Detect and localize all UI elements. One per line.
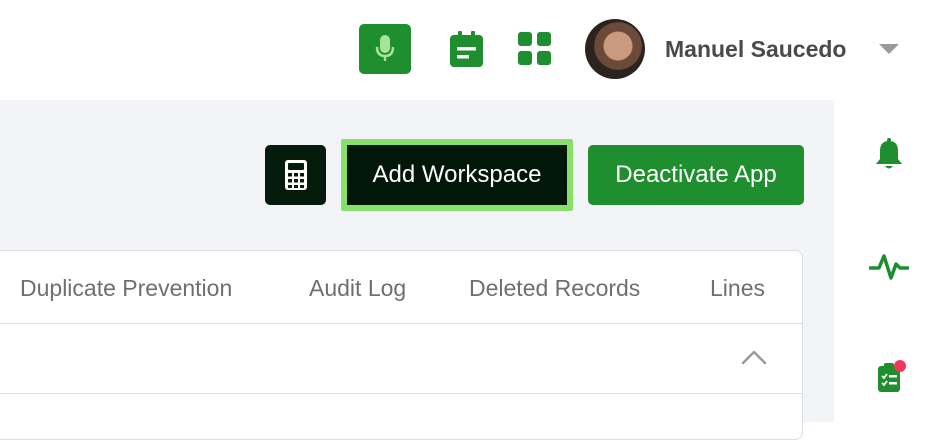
deactivate-app-button[interactable]: Deactivate App [588, 145, 804, 205]
add-workspace-label: Add Workspace [347, 145, 567, 205]
clipboard-checklist-icon[interactable] [876, 360, 910, 392]
tab-audit-log[interactable]: Audit Log [309, 275, 406, 302]
notification-dot [894, 360, 906, 372]
tab-deleted-records[interactable]: Deleted Records [469, 275, 640, 302]
chevron-down-icon[interactable] [879, 44, 899, 54]
collapsible-section-header[interactable] [0, 324, 802, 394]
right-sidebar [834, 100, 944, 422]
main-content: Add Workspace Deactivate App Duplicate P… [0, 100, 834, 440]
tab-duplicate-prevention[interactable]: Duplicate Prevention [20, 275, 232, 302]
user-name[interactable]: Manuel Saucedo [665, 36, 846, 63]
avatar[interactable] [585, 19, 645, 79]
calendar-icon[interactable] [450, 31, 483, 67]
microphone-button[interactable] [359, 24, 411, 74]
microphone-icon [375, 35, 395, 61]
calculator-icon [284, 160, 307, 190]
calculator-button[interactable] [265, 145, 326, 205]
settings-card: Duplicate Prevention Audit Log Deleted R… [0, 250, 803, 440]
activity-pulse-icon[interactable] [869, 250, 909, 282]
add-workspace-button[interactable]: Add Workspace [341, 139, 573, 211]
apps-grid-icon[interactable] [518, 32, 551, 65]
bell-icon[interactable] [874, 138, 904, 170]
tab-lines[interactable]: Lines [710, 275, 765, 302]
chevron-up-icon[interactable] [741, 349, 767, 365]
top-header: Manuel Saucedo [0, 0, 944, 100]
tab-bar: Duplicate Prevention Audit Log Deleted R… [0, 251, 802, 324]
